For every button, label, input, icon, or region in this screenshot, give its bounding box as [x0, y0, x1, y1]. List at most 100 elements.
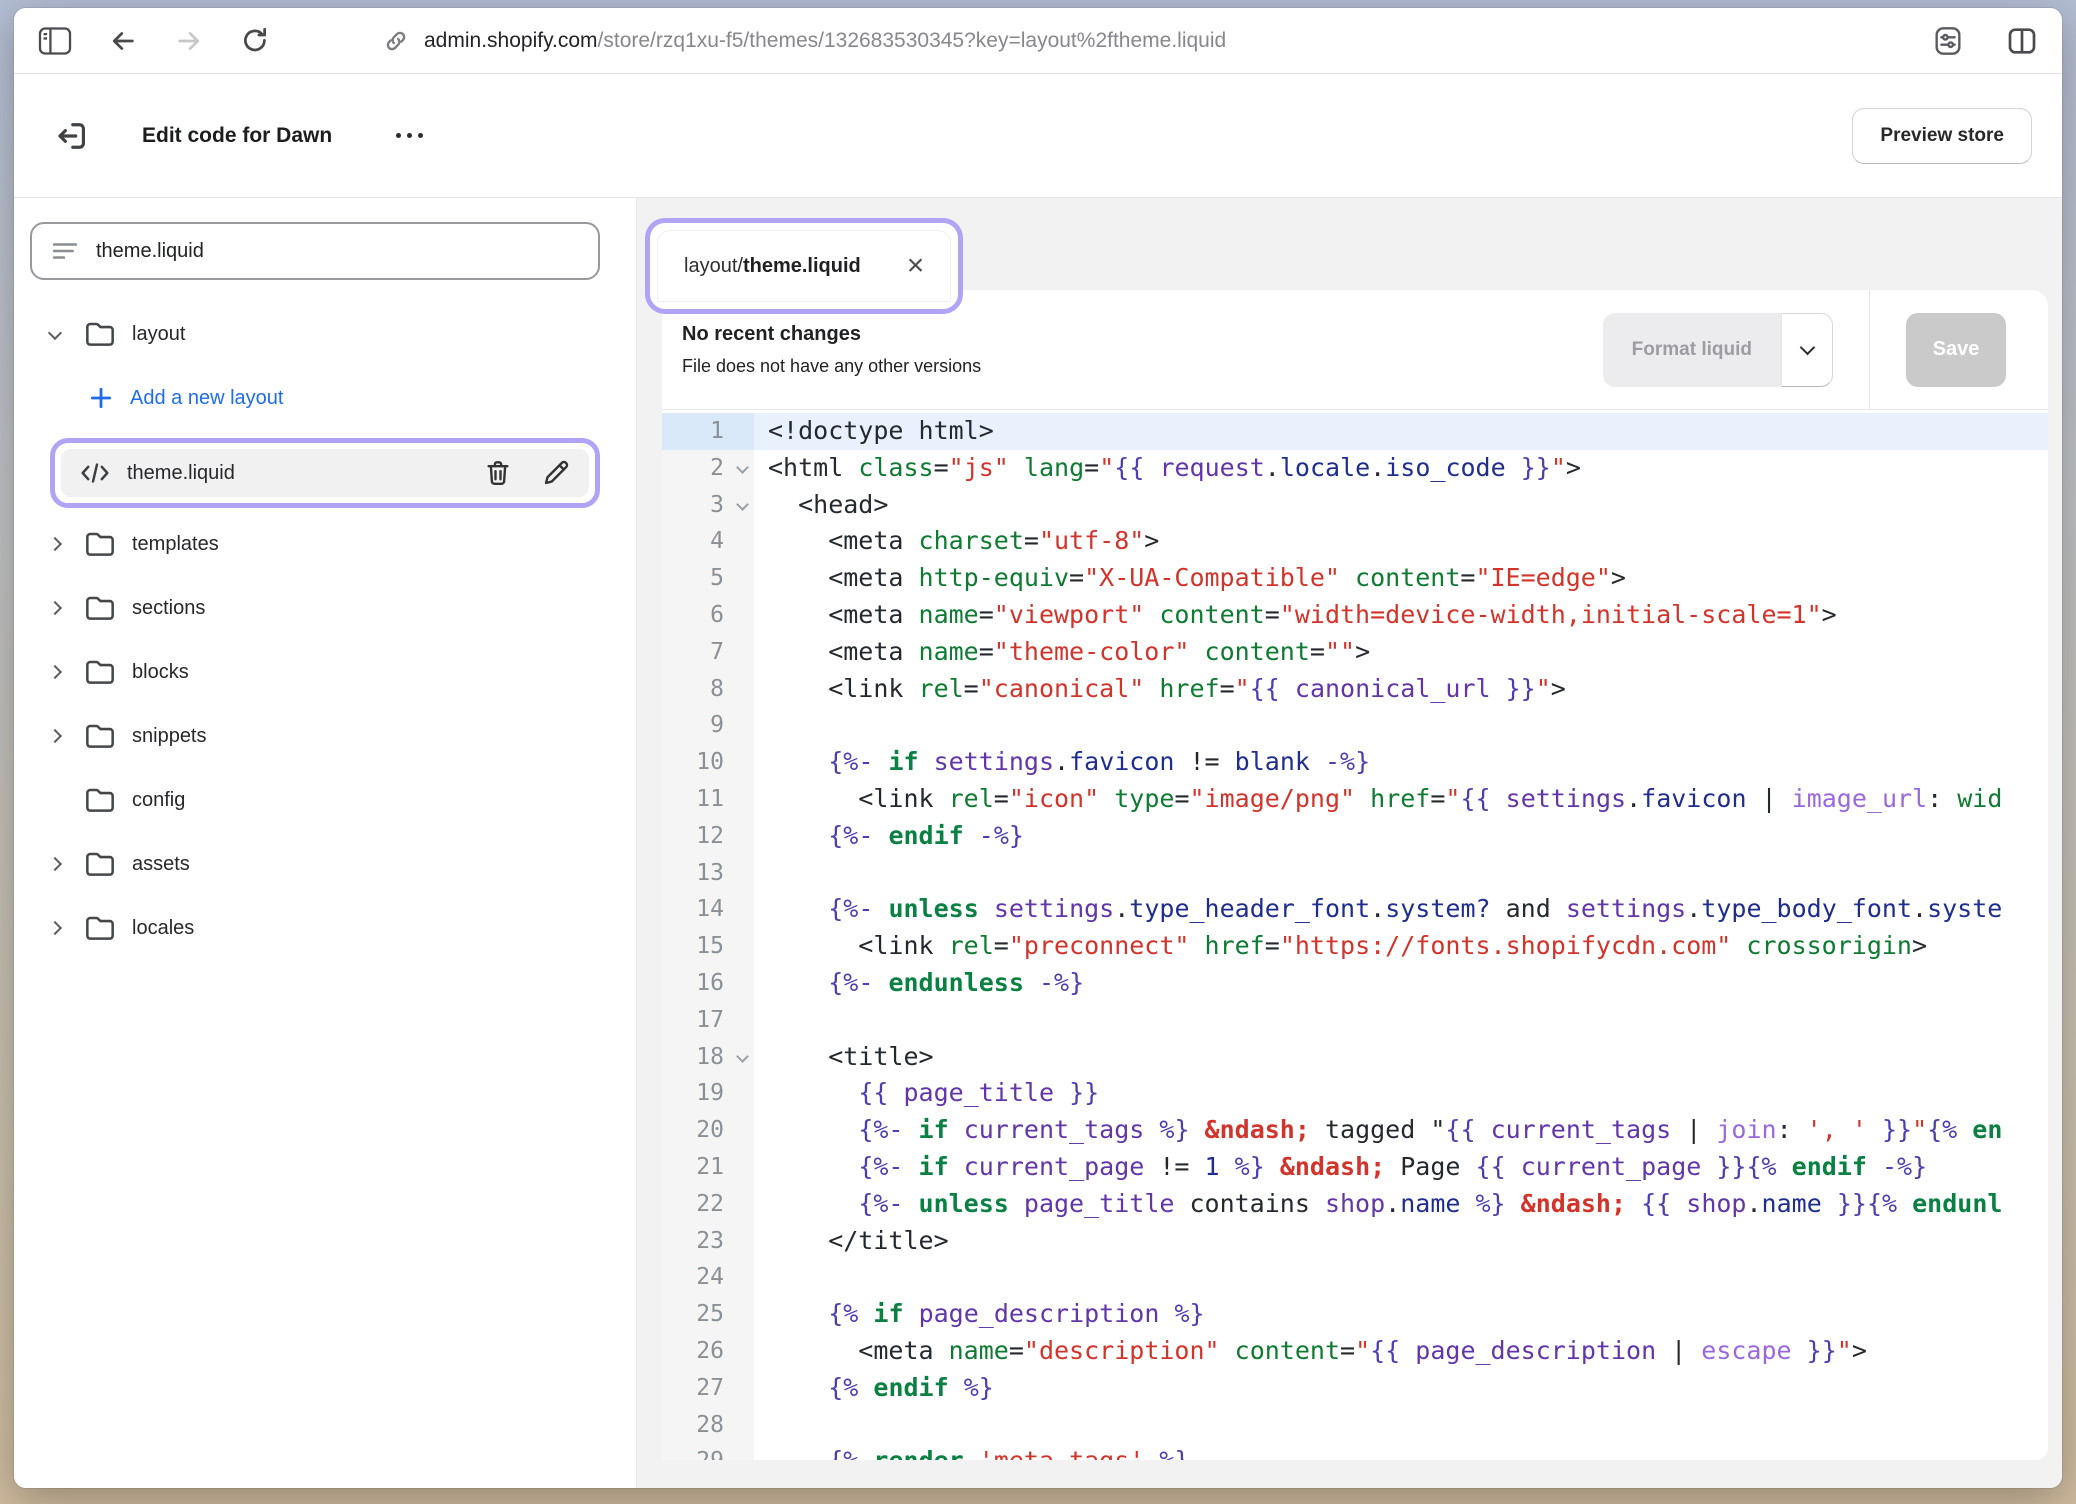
- tab-layout-theme-liquid[interactable]: layout/theme.liquid ×: [658, 231, 950, 301]
- chevron-right-icon[interactable]: [50, 539, 84, 549]
- sidebar-item-theme-liquid[interactable]: theme.liquid: [61, 449, 589, 497]
- chevron-right-icon[interactable]: [50, 923, 84, 933]
- code-line[interactable]: 26 <meta name="description" content="{{ …: [662, 1333, 2048, 1370]
- line-number[interactable]: 21: [662, 1149, 754, 1186]
- code-line[interactable]: 20 {%- if current_tags %} &ndash; tagged…: [662, 1112, 2048, 1149]
- code-line[interactable]: 11 <link rel="icon" type="image/png" hre…: [662, 781, 2048, 818]
- page-settings-icon[interactable]: [1932, 25, 1964, 57]
- line-number[interactable]: 6: [662, 597, 754, 634]
- line-number[interactable]: 11: [662, 781, 754, 818]
- code-line[interactable]: 22 {%- unless page_title contains shop.n…: [662, 1186, 2048, 1223]
- line-number[interactable]: 9: [662, 707, 754, 744]
- chevron-right-icon[interactable]: [50, 603, 84, 613]
- code-line[interactable]: 29 {% render 'meta-tags' %}: [662, 1443, 2048, 1460]
- line-number[interactable]: 16: [662, 965, 754, 1002]
- code-line[interactable]: 10 {%- if settings.favicon != blank -%}: [662, 744, 2048, 781]
- code-line[interactable]: 1<!doctype html>: [662, 413, 2048, 450]
- code-line[interactable]: 6 <meta name="viewport" content="width=d…: [662, 597, 2048, 634]
- format-liquid-button[interactable]: Format liquid: [1603, 313, 1781, 387]
- sidebar-item-blocks[interactable]: blocks: [30, 648, 600, 696]
- line-number[interactable]: 22: [662, 1186, 754, 1223]
- tab-close-icon[interactable]: ×: [907, 251, 925, 281]
- sidebar-item-sections[interactable]: sections: [30, 584, 600, 632]
- chevron-right-icon[interactable]: [50, 859, 84, 869]
- line-number[interactable]: 29: [662, 1443, 754, 1460]
- fold-chevron-icon[interactable]: [736, 498, 749, 511]
- more-actions-icon[interactable]: [388, 125, 431, 146]
- code-line[interactable]: 24: [662, 1259, 2048, 1296]
- code-line[interactable]: 8 <link rel="canonical" href="{{ canonic…: [662, 671, 2048, 708]
- sidebar-item-templates[interactable]: templates: [30, 520, 600, 568]
- chevron-right-icon[interactable]: [50, 667, 84, 677]
- split-view-icon[interactable]: [2006, 25, 2038, 57]
- line-number[interactable]: 17: [662, 1002, 754, 1039]
- line-number[interactable]: 2: [662, 450, 754, 487]
- line-number[interactable]: 19: [662, 1075, 754, 1112]
- line-number[interactable]: 10: [662, 744, 754, 781]
- browser-sidebar-toggle-icon[interactable]: [38, 27, 72, 55]
- line-number[interactable]: 12: [662, 818, 754, 855]
- code-text: [754, 1407, 2048, 1444]
- file-search-box[interactable]: [30, 222, 600, 280]
- code-line[interactable]: 16 {%- endunless -%}: [662, 965, 2048, 1002]
- line-number[interactable]: 7: [662, 634, 754, 671]
- line-number[interactable]: 23: [662, 1223, 754, 1260]
- line-number[interactable]: 26: [662, 1333, 754, 1370]
- code-line[interactable]: 18 <title>: [662, 1039, 2048, 1076]
- code-line[interactable]: 19 {{ page_title }}: [662, 1075, 2048, 1112]
- line-number[interactable]: 15: [662, 928, 754, 965]
- line-number[interactable]: 20: [662, 1112, 754, 1149]
- code-line[interactable]: 23 </title>: [662, 1223, 2048, 1260]
- line-number[interactable]: 13: [662, 855, 754, 892]
- code-line[interactable]: 28: [662, 1407, 2048, 1444]
- chevron-right-icon[interactable]: [50, 731, 84, 741]
- sidebar-item-snippets[interactable]: snippets: [30, 712, 600, 760]
- line-number[interactable]: 18: [662, 1039, 754, 1076]
- chevron-down-icon[interactable]: [50, 331, 84, 338]
- line-number[interactable]: 25: [662, 1296, 754, 1333]
- line-number[interactable]: 28: [662, 1407, 754, 1444]
- forward-icon[interactable]: [174, 27, 204, 55]
- exit-editor-icon[interactable]: [54, 118, 90, 154]
- code-line[interactable]: 25 {% if page_description %}: [662, 1296, 2048, 1333]
- code-line[interactable]: 27 {% endif %}: [662, 1370, 2048, 1407]
- sidebar-item-add-a-new-layout[interactable]: Add a new layout: [30, 374, 600, 422]
- line-number[interactable]: 3: [662, 487, 754, 524]
- back-icon[interactable]: [108, 27, 138, 55]
- search-input[interactable]: [96, 240, 578, 263]
- format-liquid-dropdown-icon[interactable]: [1781, 313, 1833, 387]
- fold-chevron-icon[interactable]: [736, 1050, 749, 1063]
- sidebar-item-config[interactable]: config: [30, 776, 600, 824]
- line-number[interactable]: 1: [662, 413, 754, 450]
- code-line[interactable]: 15 <link rel="preconnect" href="https://…: [662, 928, 2048, 965]
- code-line[interactable]: 13: [662, 855, 2048, 892]
- fold-chevron-icon[interactable]: [736, 461, 749, 474]
- code-line[interactable]: 5 <meta http-equiv="X-UA-Compatible" con…: [662, 560, 2048, 597]
- save-button[interactable]: Save: [1906, 313, 2006, 387]
- code-line[interactable]: 12 {%- endif -%}: [662, 818, 2048, 855]
- code-line[interactable]: 3 <head>: [662, 487, 2048, 524]
- code-line[interactable]: 7 <meta name="theme-color" content="">: [662, 634, 2048, 671]
- code-line[interactable]: 4 <meta charset="utf-8">: [662, 523, 2048, 560]
- preview-store-button[interactable]: Preview store: [1852, 108, 2032, 164]
- sidebar-item-assets[interactable]: assets: [30, 840, 600, 888]
- rename-file-icon[interactable]: [541, 458, 571, 488]
- code-line[interactable]: 21 {%- if current_page != 1 %} &ndash; P…: [662, 1149, 2048, 1186]
- tab-bar: layout/theme.liquid ×: [637, 198, 963, 314]
- code-line[interactable]: 14 {%- unless settings.type_header_font.…: [662, 891, 2048, 928]
- sidebar-item-layout[interactable]: layout: [30, 310, 600, 358]
- line-number[interactable]: 24: [662, 1259, 754, 1296]
- reload-icon[interactable]: [240, 26, 270, 56]
- line-number[interactable]: 27: [662, 1370, 754, 1407]
- code-line[interactable]: 2<html class="js" lang="{{ request.local…: [662, 450, 2048, 487]
- line-number[interactable]: 5: [662, 560, 754, 597]
- address-bar[interactable]: admin.shopify.com/store/rzq1xu-f5/themes…: [382, 27, 1226, 55]
- line-number[interactable]: 8: [662, 671, 754, 708]
- sidebar-item-locales[interactable]: locales: [30, 904, 600, 952]
- code-line[interactable]: 17: [662, 1002, 2048, 1039]
- delete-file-icon[interactable]: [483, 458, 513, 488]
- code-editor[interactable]: 1<!doctype html>2<html class="js" lang="…: [662, 410, 2048, 1460]
- code-line[interactable]: 9: [662, 707, 2048, 744]
- line-number[interactable]: 14: [662, 891, 754, 928]
- line-number[interactable]: 4: [662, 523, 754, 560]
